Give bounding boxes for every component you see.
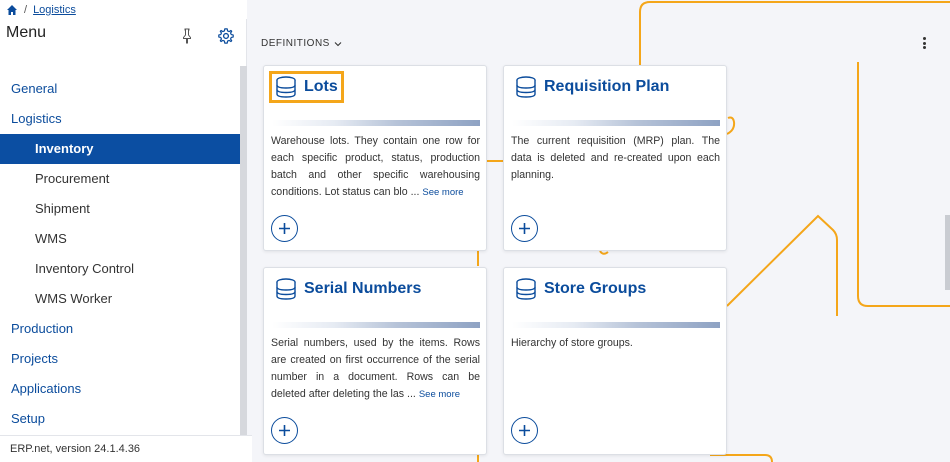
database-icon xyxy=(276,278,296,300)
see-more-link[interactable]: See more xyxy=(419,389,460,400)
sidebar-item-inventory[interactable]: Inventory xyxy=(0,134,240,164)
breadcrumb-separator: / xyxy=(24,3,28,16)
card-description: Hierarchy of store groups. xyxy=(511,335,720,352)
add-requisition-plan-button[interactable] xyxy=(511,215,538,242)
card-divider xyxy=(272,322,480,328)
sidebar-item-setup[interactable]: Setup xyxy=(0,404,240,434)
sidebar-item-general[interactable]: General xyxy=(0,74,240,104)
card-title: Store Groups xyxy=(544,280,647,297)
sidebar: Menu General Logistics Inventory Procure… xyxy=(0,19,252,462)
card-divider xyxy=(512,120,720,126)
sidebar-item-projects[interactable]: Projects xyxy=(0,344,240,374)
definitions-label: DEFINITIONS xyxy=(261,38,330,49)
card-store-groups-header[interactable]: Store Groups xyxy=(512,276,649,302)
sidebar-item-wms-worker[interactable]: WMS Worker xyxy=(0,284,240,314)
card-lots-header[interactable]: Lots xyxy=(269,71,344,103)
sidebar-item-applications[interactable]: Applications xyxy=(0,374,240,404)
main-scrollbar[interactable] xyxy=(945,215,950,290)
card-store-groups: Store Groups Hierarchy of store groups. xyxy=(503,267,727,455)
pin-icon[interactable] xyxy=(181,28,193,44)
card-description-text: The current requisition (MRP) plan. The … xyxy=(511,135,720,181)
sidebar-item-procurement[interactable]: Procurement xyxy=(0,164,240,194)
see-more-link[interactable]: See more xyxy=(422,187,463,198)
card-requisition-plan: Requisition Plan The current requisition… xyxy=(503,65,727,251)
version-label: ERP.net, version 24.1.4.36 xyxy=(0,435,252,462)
add-serial-number-button[interactable] xyxy=(271,417,298,444)
more-options-icon[interactable] xyxy=(918,36,930,50)
plus-icon xyxy=(519,425,530,436)
plus-icon xyxy=(279,425,290,436)
gear-icon[interactable] xyxy=(217,27,235,45)
database-icon xyxy=(516,278,536,300)
sidebar-item-wms[interactable]: WMS xyxy=(0,224,240,254)
definitions-dropdown[interactable]: DEFINITIONS xyxy=(261,38,342,49)
breadcrumb-link-logistics[interactable]: Logistics xyxy=(33,4,76,16)
card-serial-numbers: Serial Numbers Serial numbers, used by t… xyxy=(263,267,487,455)
plus-icon xyxy=(519,223,530,234)
sidebar-item-production[interactable]: Production xyxy=(0,314,240,344)
database-icon xyxy=(276,76,296,98)
sidebar-item-logistics[interactable]: Logistics xyxy=(0,104,240,134)
card-description-text: Hierarchy of store groups. xyxy=(511,337,633,349)
menu-title: Menu xyxy=(6,24,47,41)
add-store-group-button[interactable] xyxy=(511,417,538,444)
card-title: Serial Numbers xyxy=(304,280,422,297)
card-serial-numbers-header[interactable]: Serial Numbers xyxy=(272,276,424,302)
sidebar-nav: General Logistics Inventory Procurement … xyxy=(0,74,240,434)
card-description: Serial numbers, used by the items. Rows … xyxy=(271,335,480,403)
card-description: Warehouse lots. They contain one row for… xyxy=(271,133,480,201)
card-title: Requisition Plan xyxy=(544,78,670,95)
sidebar-item-inventory-control[interactable]: Inventory Control xyxy=(0,254,240,284)
card-divider xyxy=(512,322,720,328)
home-icon[interactable] xyxy=(6,4,18,16)
breadcrumb: / Logistics xyxy=(0,0,247,19)
add-lot-button[interactable] xyxy=(271,215,298,242)
plus-icon xyxy=(279,223,290,234)
sidebar-scrollbar[interactable] xyxy=(240,66,247,436)
card-divider xyxy=(272,120,480,126)
card-description: The current requisition (MRP) plan. The … xyxy=(511,133,720,184)
card-title: Lots xyxy=(304,78,338,95)
card-lots: Lots Warehouse lots. They contain one ro… xyxy=(263,65,487,251)
chevron-down-icon xyxy=(334,41,342,46)
card-requisition-plan-header[interactable]: Requisition Plan xyxy=(512,74,672,100)
sidebar-item-shipment[interactable]: Shipment xyxy=(0,194,240,224)
database-icon xyxy=(516,76,536,98)
